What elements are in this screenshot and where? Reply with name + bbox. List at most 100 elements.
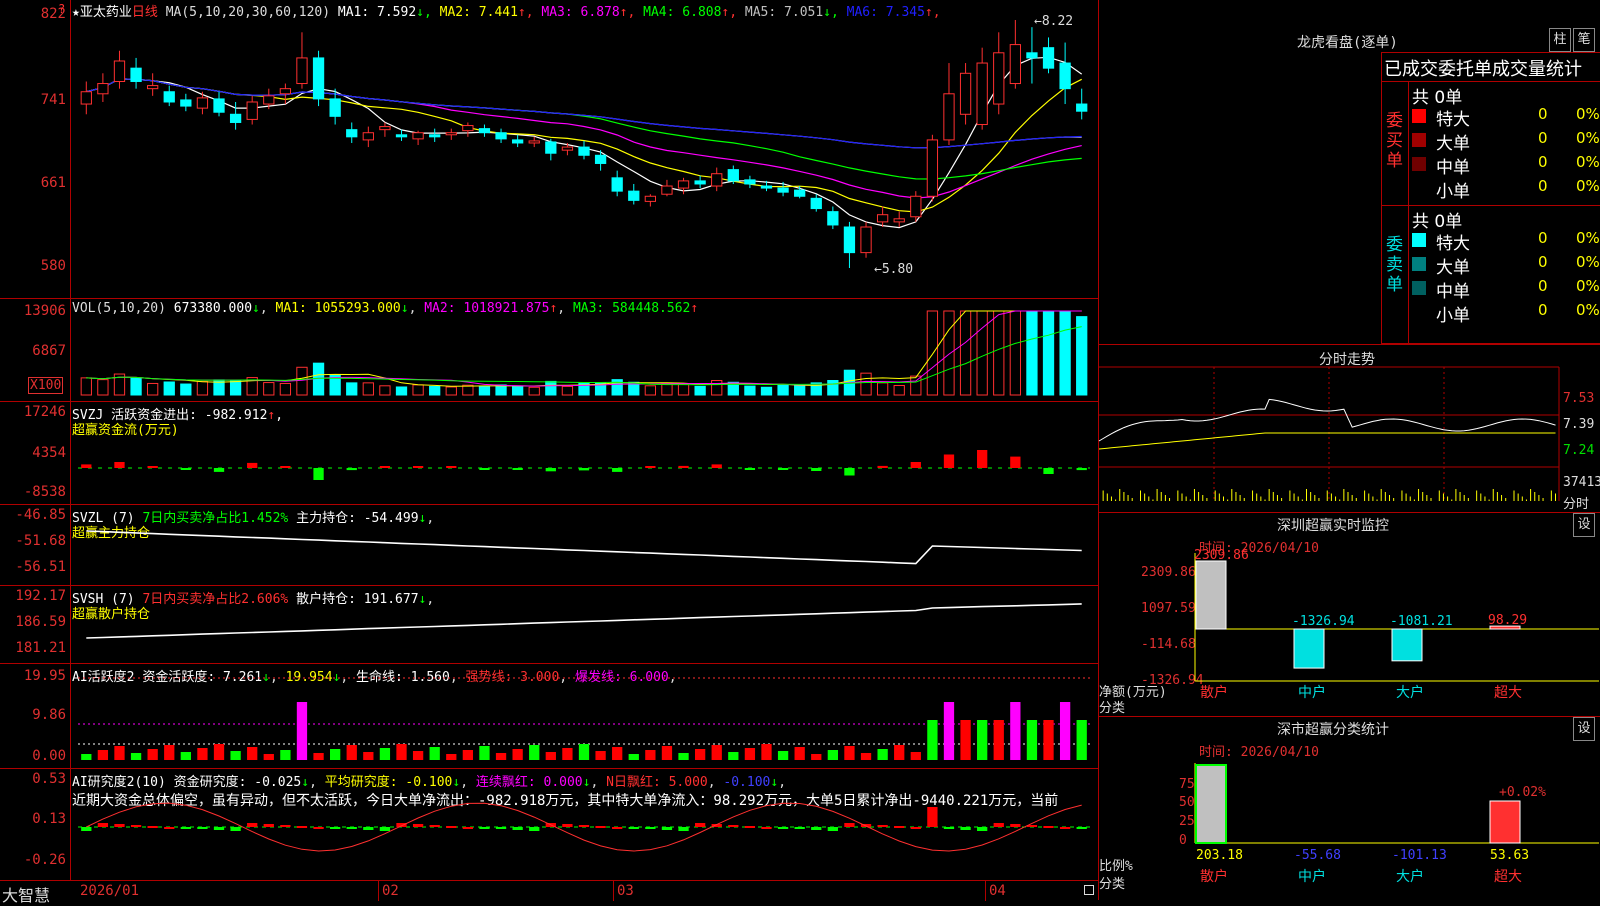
activity-bar	[346, 745, 357, 760]
activity-bar	[330, 749, 341, 760]
research-bar	[446, 826, 457, 828]
tab-bar-view[interactable]: 柱	[1549, 28, 1571, 52]
sell-label: 委卖单	[1386, 235, 1403, 295]
order-color-swatch	[1412, 181, 1426, 195]
svsh-panel[interactable]: SVSH (7) 7日内买卖净占比2.606% 散户持仓: 191.677↓, …	[0, 585, 1098, 664]
buy-label: 委买单	[1386, 111, 1403, 171]
research-bar	[379, 827, 391, 831]
date-divider	[985, 881, 986, 901]
research-bar	[230, 827, 241, 831]
candle-body	[346, 129, 358, 138]
flow-bar	[479, 468, 490, 470]
candle-body	[478, 128, 491, 134]
activity-bar	[1010, 702, 1021, 760]
research-bar	[164, 827, 175, 829]
activity-bar	[711, 745, 722, 760]
order-count: 0	[1538, 277, 1548, 295]
volume-bar	[677, 383, 690, 396]
volume-bar	[263, 382, 275, 396]
monitor-category-label: 超大	[1494, 685, 1522, 701]
activity-bar	[661, 746, 673, 760]
monitor-panel[interactable]: 深圳超赢实时监控 设 时间: 2026/04/10 2309.86 1097.5…	[1099, 512, 1600, 717]
candle-body	[628, 190, 640, 201]
activity-bar	[396, 744, 407, 760]
candle-body	[561, 146, 574, 151]
flow-bar	[977, 450, 988, 468]
stats-value-label: -55.68	[1294, 848, 1341, 863]
intraday-panel[interactable]: 分时走势 7.53 7.39 7.24 37413 分时	[1098, 344, 1600, 513]
research-bar	[1076, 827, 1087, 829]
candle-body	[661, 185, 673, 195]
research-bar	[412, 824, 424, 827]
research-bar	[296, 826, 308, 828]
volume-bar	[993, 310, 1005, 396]
research-bar	[877, 825, 888, 827]
activity-bar	[114, 746, 125, 760]
research-bar	[1043, 826, 1054, 828]
candle-body	[1059, 62, 1071, 90]
volume-bar	[445, 386, 457, 396]
candle-body	[760, 185, 773, 189]
ai-research-panel[interactable]: AI研究度2(10) 资金研究度: -0.025↓, 平均研究度: -0.100…	[0, 768, 1098, 881]
candle-body	[296, 57, 308, 85]
research-bar	[628, 827, 639, 829]
volume-bar	[429, 385, 441, 396]
volume-bar	[478, 385, 491, 396]
order-size-label: 中单	[1436, 158, 1470, 178]
price-panel[interactable]: ★亚太药业日线 MA(5,10,20,30,60,120) MA1: 7.592…	[0, 0, 1098, 298]
monitor-bar	[1293, 628, 1325, 669]
flow-bar	[213, 468, 225, 472]
stats-category-label: 超大	[1494, 869, 1522, 885]
ai-activity-panel[interactable]: AI活跃度2 资金活跃度: 7.261↓, 19.954↓, 生命线: 1.56…	[0, 663, 1098, 769]
fund-flow-chart	[78, 450, 1090, 480]
tab-tick-view[interactable]: 笔	[1573, 28, 1595, 52]
research-bar	[529, 827, 540, 831]
candle-body	[196, 97, 209, 109]
candle-body	[163, 91, 175, 103]
stats-bar	[1489, 800, 1521, 844]
order-size-label: 特大	[1436, 110, 1470, 130]
candle-body	[860, 226, 872, 254]
svzj-panel[interactable]: SVZJ 活跃资金进出: -982.912↑, 超赢资金流(万元) 17246 …	[0, 401, 1098, 505]
research-bar	[97, 823, 109, 827]
lock-icon[interactable]	[1084, 885, 1094, 895]
monitor-category-label: 散户	[1200, 684, 1228, 701]
flow-bar	[512, 468, 523, 470]
candle-body	[943, 93, 955, 141]
activity-bar	[794, 747, 805, 760]
volume-bar	[346, 382, 358, 396]
order-percent: 0%	[1576, 277, 1600, 295]
intraday-chart	[1098, 366, 1560, 501]
research-bar	[910, 827, 921, 829]
candle-body	[329, 98, 341, 117]
volume-bar	[1059, 310, 1071, 396]
activity-bar	[313, 753, 324, 760]
candle-body	[362, 132, 374, 141]
volume-bar	[976, 310, 988, 396]
stats-value-label: -101.13	[1392, 848, 1447, 863]
flow-bar	[645, 466, 656, 468]
stats-panel[interactable]: 深市超赢分类统计 设 时间: 2026/04/10 75 50 25 0 +0.…	[1099, 716, 1600, 901]
candle-body	[993, 52, 1005, 105]
activity-bar	[960, 720, 971, 760]
research-bar	[827, 827, 838, 831]
activity-bar	[230, 751, 241, 760]
research-bar	[728, 825, 739, 827]
volume-panel[interactable]: VOL(5,10,20) 673380.000↓, MA1: 1055293.0…	[0, 298, 1098, 402]
activity-bar	[877, 749, 888, 760]
chart-area[interactable]: ★亚太药业日线 MA(5,10,20,30,60,120) MA1: 7.592…	[0, 0, 1099, 905]
activity-bar	[81, 754, 92, 760]
monitor-value-label: -1081.21	[1390, 614, 1453, 629]
flow-bar	[446, 466, 457, 468]
candle-body	[462, 125, 474, 132]
research-bar	[927, 807, 938, 827]
volume-bar	[711, 380, 723, 396]
candle-body	[810, 197, 822, 210]
activity-bar	[147, 749, 158, 760]
order-row: 特大 0 0%	[1412, 229, 1600, 254]
activity-bar	[1043, 720, 1054, 760]
activity-bar	[894, 745, 905, 760]
flow-bar	[81, 464, 92, 468]
svzl-panel[interactable]: SVZL (7) 7日内买卖净占比1.452% 主力持仓: -54.499↓, …	[0, 504, 1098, 586]
order-size-label: 小单	[1436, 182, 1470, 202]
